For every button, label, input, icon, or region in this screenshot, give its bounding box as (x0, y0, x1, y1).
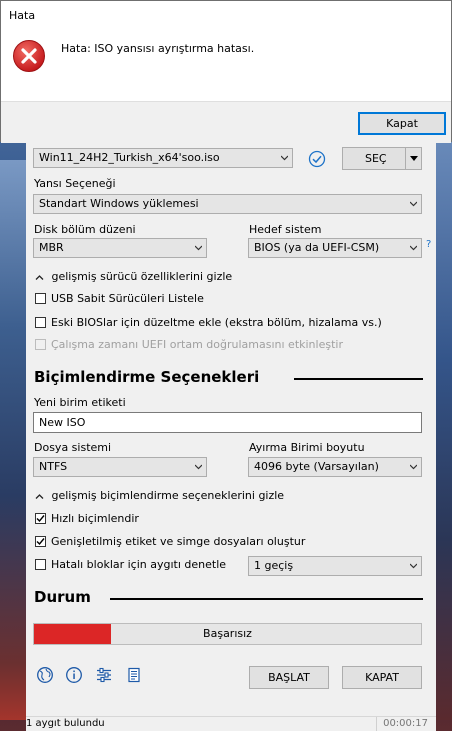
volume-label-input[interactable]: New ISO (33, 412, 422, 433)
volume-label-value: New ISO (39, 416, 86, 429)
chevron-down-icon (281, 155, 288, 161)
uefi-validation-checkbox: Çalışma zamanı UEFI ortam doğrulamasını … (35, 338, 343, 352)
log-icon[interactable] (125, 666, 143, 684)
target-system-value: BIOS (ya da UEFI-CSM) (254, 241, 380, 254)
dialog-titlebar[interactable]: Hata (1, 1, 451, 31)
bad-blocks-checkbox[interactable]: Hatalı bloklar için aygıtı denetle (35, 558, 226, 572)
advanced-format-toggle-label: gelişmiş biçimlendirme seçeneklerini giz… (51, 489, 285, 502)
cluster-size-combo[interactable]: 4096 byte (Varsayılan) (248, 457, 422, 477)
dialog-close-button[interactable]: Kapat (358, 112, 446, 135)
start-button[interactable]: BAŞLAT (249, 666, 329, 689)
status-title: Durum (34, 588, 91, 606)
chevron-down-icon (410, 245, 417, 251)
help-icon[interactable]: ? (426, 239, 431, 250)
device-count-text: 1 aygıt bulundu (26, 718, 105, 729)
progress-text: Başarısız (203, 627, 252, 640)
advanced-format-toggle[interactable]: gelişmiş biçimlendirme seçeneklerini giz… (35, 489, 284, 502)
triangle-down-icon (410, 156, 418, 161)
dialog-title: Hata (9, 9, 36, 22)
file-system-combo[interactable]: NTFS (33, 457, 207, 477)
old-bios-label: Eski BIOSlar için düzeltme ekle (ekstra … (51, 316, 382, 329)
uefi-validation-label: Çalışma zamanı UEFI ortam doğrulamasını … (51, 338, 343, 351)
list-usb-checkbox[interactable]: USB Sabit Sürücüleri Listele (35, 292, 204, 306)
dialog-message: Hata: ISO yansısı ayrıştırma hatası. (61, 42, 255, 55)
info-icon[interactable] (65, 666, 83, 684)
format-options-title: Biçimlendirme Seçenekleri (34, 368, 260, 386)
boot-selection-combo[interactable]: Win11_24H2_Turkish_x64'soo.iso (33, 148, 293, 168)
settings-sliders-icon[interactable] (95, 666, 113, 684)
checkmark-icon (36, 514, 45, 522)
chevron-down-icon (410, 563, 417, 569)
desktop-background-right (436, 120, 452, 720)
passes-value: 1 geçiş (254, 559, 294, 572)
volume-label-label: Yeni birim etiketi (34, 396, 126, 409)
status-bar: 1 aygıt bulundu 00:00:17 (26, 716, 436, 731)
checksum-check-icon[interactable] (308, 150, 326, 168)
checkbox-box[interactable] (35, 535, 46, 547)
old-bios-checkbox[interactable]: Eski BIOSlar için düzeltme ekle (ekstra … (35, 316, 382, 330)
select-dropdown-toggle[interactable] (405, 147, 422, 170)
cluster-size-value: 4096 byte (Varsayılan) (254, 460, 379, 473)
target-system-label: Hedef sistem (249, 223, 322, 236)
section-divider (110, 598, 423, 600)
chevron-down-icon (195, 245, 202, 251)
advanced-drive-toggle[interactable]: gelişmiş sürücü özelliklerini gizle (35, 270, 232, 283)
chevron-down-icon (195, 464, 202, 470)
section-divider (294, 378, 423, 380)
file-system-value: NTFS (39, 460, 68, 473)
checkbox-box[interactable] (35, 292, 46, 304)
close-button[interactable]: KAPAT (342, 666, 422, 689)
file-system-label: Dosya sistemi (34, 441, 112, 454)
checkbox-box[interactable] (35, 316, 46, 328)
quick-format-checkbox[interactable]: Hızlı biçimlendir (35, 512, 139, 526)
error-dialog: Hata Hata: ISO yansısı ayrıştırma hatası… (0, 0, 452, 143)
target-system-combo[interactable]: BIOS (ya da UEFI-CSM) (248, 238, 422, 258)
close-button-label: KAPAT (365, 671, 399, 684)
chevron-up-icon (35, 493, 44, 499)
checkbox-box (35, 338, 46, 350)
passes-combo[interactable]: 1 geçiş (248, 556, 422, 576)
globe-icon[interactable] (36, 666, 54, 684)
rufus-window: Win11_24H2_Turkish_x64'soo.iso SEÇ Yansı… (26, 120, 436, 731)
chevron-up-icon (35, 274, 44, 280)
partition-scheme-value: MBR (39, 241, 64, 254)
checkbox-box[interactable] (35, 558, 46, 570)
image-option-value: Standart Windows yüklemesi (39, 197, 199, 210)
dialog-footer: Kapat (1, 101, 451, 143)
list-usb-label: USB Sabit Sürücüleri Listele (51, 292, 204, 305)
chevron-down-icon (410, 201, 417, 207)
boot-selection-value: Win11_24H2_Turkish_x64'soo.iso (39, 151, 220, 164)
select-button-label: SEÇ (365, 152, 387, 165)
elapsed-time-text: 00:00:17 (376, 717, 428, 731)
quick-format-label: Hızlı biçimlendir (51, 512, 139, 525)
status-progress-bar: Başarısız (33, 623, 422, 645)
partition-scheme-combo[interactable]: MBR (33, 238, 207, 258)
start-button-label: BAŞLAT (268, 671, 310, 684)
partition-scheme-label: Disk bölüm düzeni (34, 223, 136, 236)
cluster-size-label: Ayırma Birimi boyutu (249, 441, 365, 454)
advanced-drive-toggle-label: gelişmiş sürücü özelliklerini gizle (51, 270, 233, 283)
checkmark-icon (36, 537, 45, 545)
extended-label-label: Genişletilmiş etiket ve simge dosyaları … (51, 535, 306, 548)
image-option-label: Yansı Seçeneği (34, 177, 116, 190)
error-icon (13, 40, 45, 72)
image-option-combo[interactable]: Standart Windows yüklemesi (33, 194, 422, 214)
chevron-down-icon (410, 464, 417, 470)
extended-label-checkbox[interactable]: Genişletilmiş etiket ve simge dosyaları … (35, 535, 305, 549)
bad-blocks-label: Hatalı bloklar için aygıtı denetle (51, 558, 227, 571)
checkbox-box[interactable] (35, 512, 46, 524)
desktop-background-left (0, 160, 26, 720)
dialog-close-button-label: Kapat (386, 117, 418, 130)
